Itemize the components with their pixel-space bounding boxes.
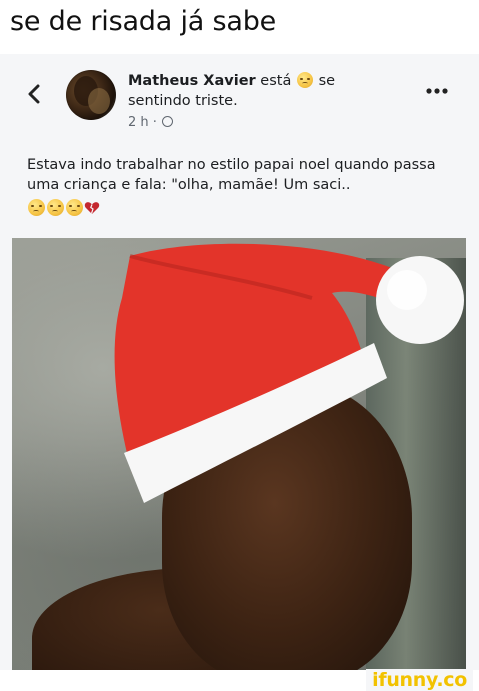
- sad-emoji-icon: [66, 199, 83, 216]
- chevron-left-icon: [28, 84, 40, 104]
- post-text: Estava indo trabalhar no estilo papai no…: [27, 157, 436, 193]
- post-body: Estava indo trabalhar no estilo papai no…: [27, 155, 447, 219]
- feeling-prefix: está: [260, 73, 292, 89]
- author-name[interactable]: Matheus Xavier: [128, 73, 256, 89]
- sad-emoji-icon: [296, 72, 313, 88]
- post-emoji-row: [27, 199, 447, 219]
- santa-hat-image: [114, 243, 464, 503]
- globe-icon: [162, 116, 174, 127]
- sad-emoji-icon: [28, 199, 45, 216]
- ifunny-watermark: ifunny.co: [366, 669, 473, 691]
- meme-caption: se de risada já sabe: [10, 6, 277, 37]
- broken-heart-icon: [84, 200, 100, 216]
- more-horizontal-icon: [426, 88, 448, 94]
- author-avatar[interactable]: [66, 70, 116, 120]
- more-options-button[interactable]: [425, 82, 449, 96]
- post-timestamp[interactable]: 2 h ·: [128, 115, 174, 130]
- post-photo[interactable]: [12, 238, 466, 670]
- sad-emoji-icon: [47, 199, 64, 216]
- back-button[interactable]: [27, 83, 47, 109]
- author-line: Matheus Xavier está se sentindo triste.: [128, 71, 388, 111]
